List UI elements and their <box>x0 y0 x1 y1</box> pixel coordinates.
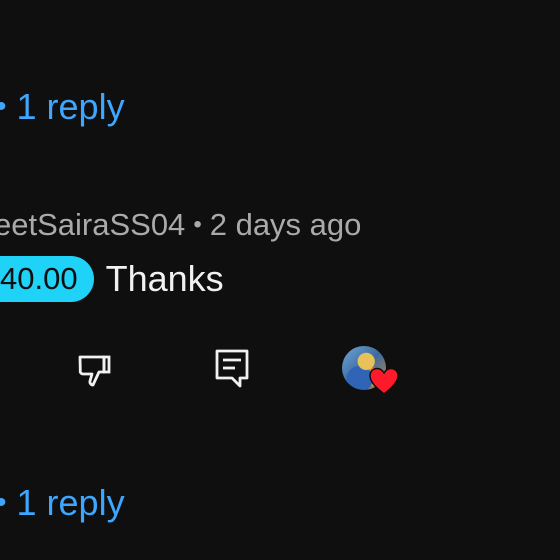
comment-timestamp[interactable]: 2 days ago <box>210 207 362 243</box>
view-replies-label[interactable]: 1 reply <box>17 482 125 524</box>
comment-username[interactable]: eetSairaSS04 <box>0 207 185 243</box>
bullet-separator: • <box>0 90 7 124</box>
comment-text: Thanks <box>105 258 224 299</box>
view-replies-label[interactable]: 1 reply <box>17 86 125 128</box>
comment-reply-icon <box>215 349 249 388</box>
comment-meta: eetSairaSS04 • 2 days ago <box>0 207 361 243</box>
super-thanks-chip: 40.00 <box>0 256 94 302</box>
creator-heart-badge <box>342 346 402 402</box>
thumbs-down-icon <box>78 355 111 387</box>
bullet-separator: • <box>0 486 7 520</box>
comment-body: 40.00 Thanks <box>0 256 224 302</box>
reply-button[interactable] <box>210 346 254 390</box>
heart-icon <box>369 367 399 395</box>
meta-separator: • <box>193 211 202 238</box>
view-replies-link[interactable]: • 1 reply <box>0 86 125 128</box>
view-replies-link-2[interactable]: • 1 reply <box>0 482 125 524</box>
dislike-button[interactable] <box>72 348 116 392</box>
